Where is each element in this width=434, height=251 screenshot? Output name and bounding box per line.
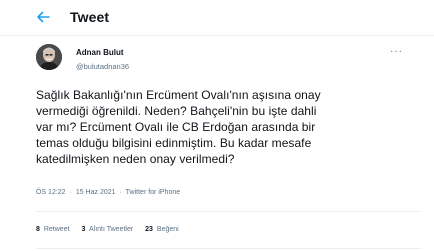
more-button[interactable]: ··· xyxy=(390,46,403,57)
more-dots-icon: ··· xyxy=(390,46,403,57)
quotes-count: 3 xyxy=(81,226,86,233)
author-name[interactable]: Adnan Bulut xyxy=(76,48,124,57)
meta-separator: · xyxy=(119,189,122,196)
likes-label: Beğeni xyxy=(156,226,179,233)
divider xyxy=(36,211,421,212)
tweet-page: Tweet Adnan Bulut @bulutadnan36 ··· Sağl… xyxy=(0,0,434,251)
tweet-date[interactable]: 15 Haz 2021 xyxy=(76,189,116,196)
likes-stat[interactable]: 23 Beğeni xyxy=(145,226,179,233)
quotes-label: Alıntı Tweetler xyxy=(88,226,134,233)
tweet-stats: 8 Retweet 3 Alıntı Tweetler 23 Beğeni xyxy=(36,226,189,233)
tweet-text: Sağlık Bakanlığı'nın Ercüment Ovalı'nın … xyxy=(36,88,321,166)
retweets-count: 8 xyxy=(36,226,40,233)
back-button[interactable] xyxy=(35,9,51,25)
tweet-time[interactable]: ÖS 12:22 xyxy=(36,189,66,196)
divider xyxy=(36,248,421,249)
header-bar: Tweet xyxy=(0,0,434,36)
tweet-meta: ÖS 12:22 · 15 Haz 2021 · Twitter for iPh… xyxy=(36,189,180,196)
author-handle[interactable]: @bulutadnan36 xyxy=(76,62,129,71)
arrow-left-icon xyxy=(37,11,50,23)
tweet-source[interactable]: Twitter for iPhone xyxy=(126,189,180,196)
retweets-label: Retweet xyxy=(43,226,70,233)
avatar[interactable] xyxy=(36,44,62,70)
page-title: Tweet xyxy=(70,9,110,25)
likes-count: 23 xyxy=(145,226,153,233)
retweets-stat[interactable]: 8 Retweet xyxy=(36,226,70,233)
quotes-stat[interactable]: 3 Alıntı Tweetler xyxy=(82,226,134,233)
meta-separator: · xyxy=(69,189,72,196)
